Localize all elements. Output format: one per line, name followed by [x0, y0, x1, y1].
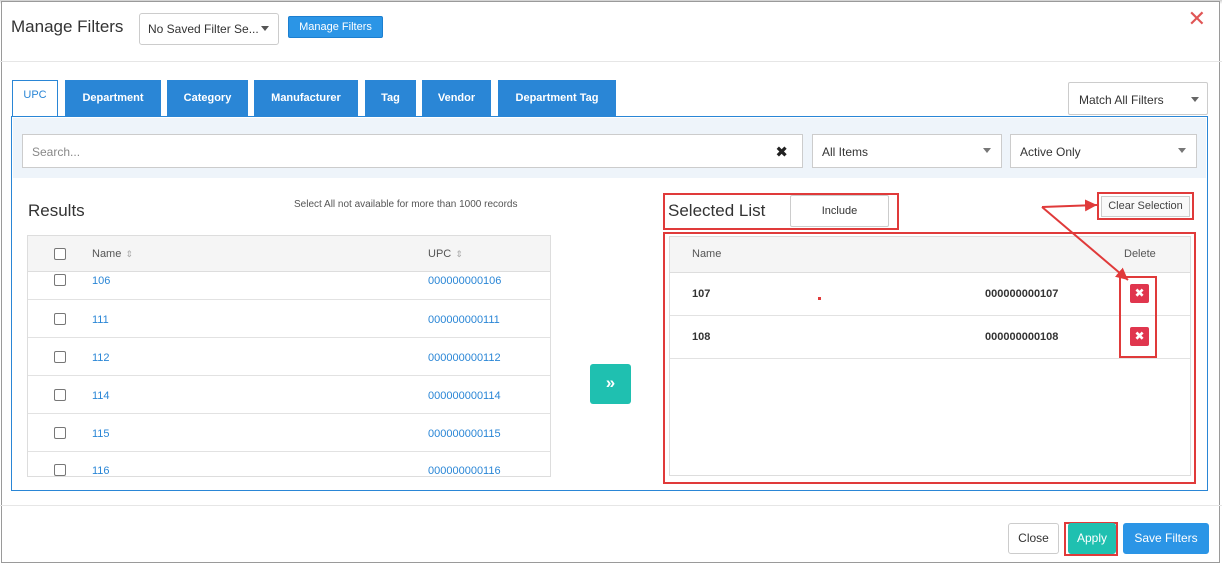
sort-icon: ⇕	[455, 249, 463, 259]
results-table: Name ⇕ UPC ⇕ 106 000000000106 111 00000000…	[27, 235, 551, 477]
tab-category[interactable]: Category	[167, 80, 248, 116]
tab-department[interactable]: Department	[65, 80, 161, 116]
tab-vendor[interactable]: Vendor	[422, 80, 491, 116]
manage-filters-button[interactable]: Manage Filters	[288, 16, 383, 38]
selected-row: 108 000000000108 ✖	[670, 316, 1190, 359]
row-upc[interactable]: 000000000112	[428, 352, 501, 364]
match-filters-select[interactable]: Match All Filters	[1068, 82, 1208, 115]
selected-row-upc: 000000000107	[985, 288, 1059, 300]
row-name[interactable]: 106	[92, 275, 110, 287]
save-filters-button[interactable]: Save Filters	[1123, 523, 1209, 554]
column-header-name: Name	[692, 248, 722, 260]
chevron-down-icon	[1191, 97, 1199, 102]
row-upc[interactable]: 000000000116	[428, 465, 501, 476]
column-header-delete: Delete	[1124, 248, 1156, 260]
column-header-name[interactable]: Name ⇕	[92, 248, 133, 260]
table-row[interactable]: 114 000000000114	[28, 376, 550, 414]
row-checkbox[interactable]	[54, 351, 66, 363]
results-title: Results	[28, 201, 85, 220]
table-row[interactable]: 111 000000000111	[28, 300, 550, 338]
column-header-upc-label: UPC	[428, 248, 452, 260]
tab-manufacturer[interactable]: Manufacturer	[254, 80, 358, 116]
chevron-down-icon	[261, 26, 269, 31]
results-table-header: Name ⇕ UPC ⇕	[28, 236, 550, 272]
row-checkbox[interactable]	[54, 274, 66, 286]
select-all-checkbox[interactable]	[54, 248, 66, 260]
row-checkbox[interactable]	[54, 313, 66, 325]
row-name[interactable]: 116	[92, 465, 110, 476]
search-input[interactable]: Search... ✖	[22, 134, 803, 168]
selected-row: 107 000000000107 ✖	[670, 273, 1190, 316]
chevron-down-icon	[1178, 148, 1186, 153]
footer-divider	[0, 505, 1222, 506]
selected-row-name: 108	[692, 331, 711, 343]
selected-list-title: Selected List	[668, 201, 766, 220]
selected-row-upc: 000000000108	[985, 331, 1059, 343]
selected-list-table: Name Delete 107 000000000107 ✖ 108 00000…	[669, 236, 1191, 476]
row-upc[interactable]: 000000000115	[428, 428, 501, 440]
row-name[interactable]: 112	[92, 352, 110, 364]
row-name[interactable]: 111	[92, 314, 109, 326]
row-upc[interactable]: 000000000111	[428, 314, 500, 326]
apply-button[interactable]: Apply	[1068, 523, 1116, 554]
add-to-selected-button[interactable]: »	[590, 364, 631, 404]
chevron-down-icon	[983, 148, 991, 153]
clear-selection-button[interactable]: Clear Selection	[1101, 196, 1190, 217]
modal-title: Manage Filters	[11, 17, 124, 36]
tab-department-tag[interactable]: Department Tag	[498, 80, 616, 116]
items-filter-value: All Items	[822, 145, 869, 159]
clear-search-icon[interactable]: ✖	[775, 143, 788, 161]
table-row[interactable]: 106 000000000106	[28, 272, 550, 300]
selected-table-header: Name Delete	[670, 237, 1190, 273]
items-filter-select[interactable]: All Items	[812, 134, 1002, 168]
table-row[interactable]: 116 000000000116	[28, 452, 550, 476]
search-placeholder: Search...	[32, 145, 81, 159]
sort-icon: ⇕	[125, 249, 133, 259]
tab-tag[interactable]: Tag	[365, 80, 416, 116]
header-divider	[0, 61, 1222, 62]
close-button[interactable]: Close	[1008, 523, 1059, 554]
selected-row-name: 107	[692, 288, 711, 300]
include-toggle-button[interactable]: Include	[790, 195, 889, 227]
status-filter-select[interactable]: Active Only	[1010, 134, 1197, 168]
saved-filter-select-value: No Saved Filter Se...	[148, 22, 259, 36]
status-filter-value: Active Only	[1020, 145, 1081, 159]
column-header-upc[interactable]: UPC ⇕	[428, 248, 463, 260]
tab-upc[interactable]: UPC	[12, 80, 58, 116]
row-checkbox[interactable]	[54, 464, 66, 476]
close-icon[interactable]: ✕	[1188, 8, 1206, 30]
delete-icon[interactable]: ✖	[1130, 284, 1149, 303]
row-upc[interactable]: 000000000114	[428, 390, 501, 402]
table-row[interactable]: 115 000000000115	[28, 414, 550, 452]
match-filters-value: Match All Filters	[1079, 93, 1164, 107]
annotation-dot	[818, 297, 821, 300]
saved-filter-select[interactable]: No Saved Filter Se...	[139, 13, 279, 45]
row-name[interactable]: 114	[92, 390, 110, 402]
row-upc[interactable]: 000000000106	[428, 275, 501, 287]
delete-icon[interactable]: ✖	[1130, 327, 1149, 346]
row-name[interactable]: 115	[92, 428, 110, 440]
row-checkbox[interactable]	[54, 389, 66, 401]
column-header-name-label: Name	[92, 248, 122, 260]
row-checkbox[interactable]	[54, 427, 66, 439]
table-row[interactable]: 112 000000000112	[28, 338, 550, 376]
select-all-note: Select All not available for more than 1…	[294, 199, 518, 210]
